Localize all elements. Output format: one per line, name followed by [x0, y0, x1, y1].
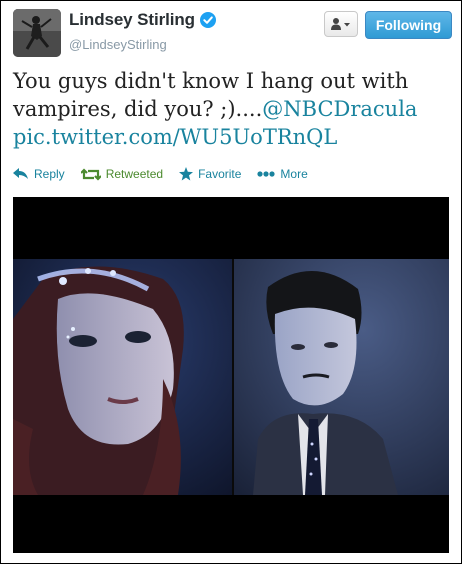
favorite-label: Favorite [198, 167, 242, 181]
retweet-button[interactable]: Retweeted [80, 167, 164, 181]
avatar[interactable] [13, 9, 61, 57]
more-button[interactable]: More [257, 167, 308, 181]
retweet-icon [80, 167, 101, 181]
tweet-text: You guys didn't know I hang out with vam… [13, 67, 453, 151]
tweet-actions: Reply Retweeted Favorite More [13, 167, 324, 181]
star-icon [179, 167, 194, 181]
tweet-card: Lindsey Stirling @LindseyStirling Follow… [0, 0, 462, 564]
pic-link[interactable]: pic.twitter.com/WU5UoTRnQL [13, 125, 337, 149]
user-name-row: Lindsey Stirling [69, 10, 216, 30]
verified-badge-icon [199, 12, 216, 28]
retweeted-label: Retweeted [105, 167, 164, 181]
more-dots-icon [257, 171, 276, 177]
user-name[interactable]: Lindsey Stirling [69, 10, 195, 30]
following-button[interactable]: Following [365, 11, 452, 39]
reply-button[interactable]: Reply [13, 167, 65, 181]
caret-down-icon [344, 23, 350, 27]
mention-link[interactable]: @NBCDracula [262, 97, 417, 121]
more-label: More [280, 167, 308, 181]
user-actions-menu-button[interactable] [324, 11, 358, 37]
user-icon [331, 18, 341, 30]
reply-label: Reply [34, 167, 65, 181]
user-handle[interactable]: @LindseyStirling [69, 37, 167, 52]
reply-icon [13, 168, 28, 179]
embedded-photo[interactable] [13, 197, 449, 553]
favorite-button[interactable]: Favorite [179, 167, 241, 181]
photo-image [13, 259, 449, 495]
